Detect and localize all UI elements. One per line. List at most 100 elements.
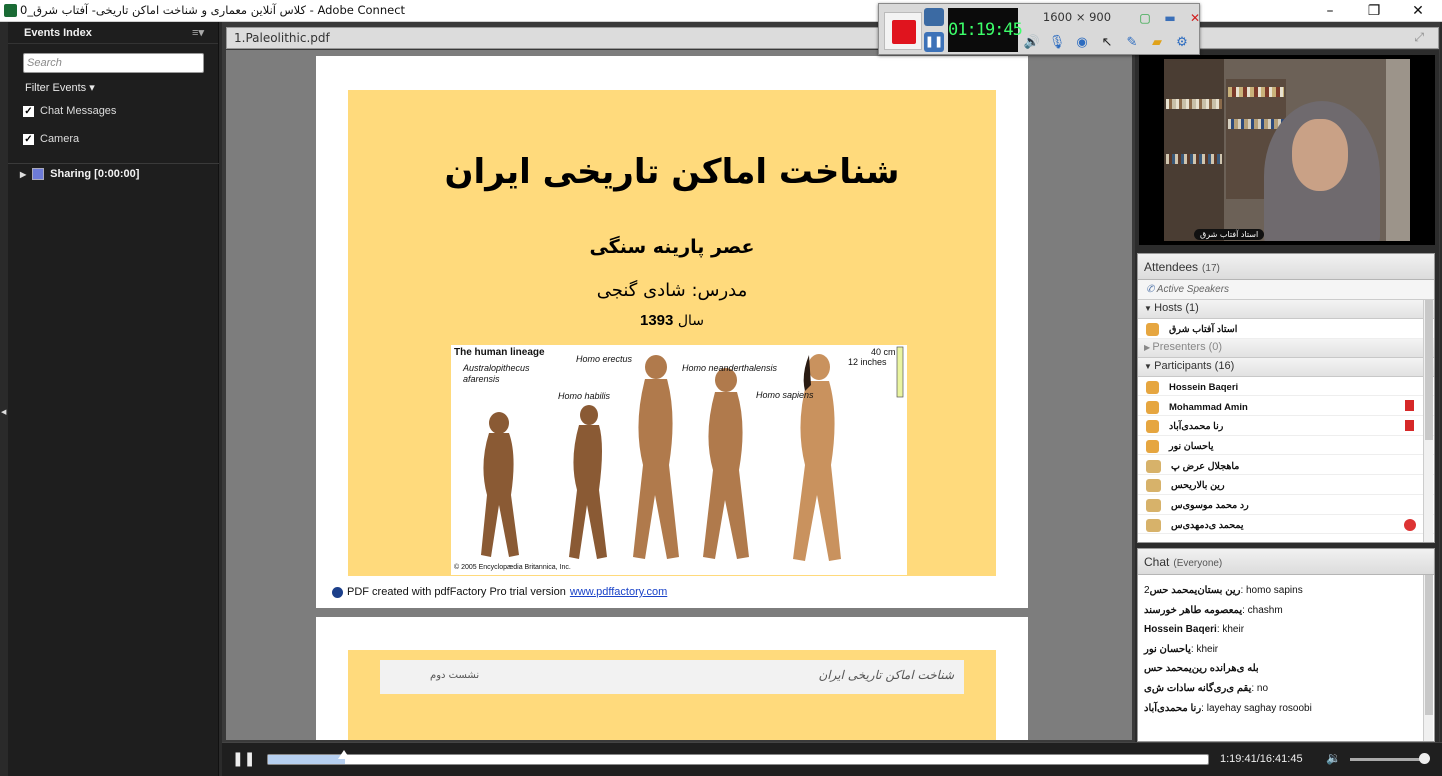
speaker-icon[interactable]: 🔊 [1021, 32, 1043, 54]
slide-1: شناخت اماکن تاریخی ایران عصر پارینه سنگی… [348, 90, 996, 576]
close-recorder-icon[interactable]: ✕ [1184, 8, 1206, 28]
phone-icon: ✆ [1146, 284, 1157, 295]
checkbox-checked-icon[interactable]: ✓ [23, 105, 34, 117]
panel-collapse-edge[interactable]: ◀ [0, 22, 8, 776]
divider [8, 163, 219, 164]
chat-message: رین بستان‌یمحمد حس2: homo sapins [1138, 581, 1434, 601]
cursor-icon[interactable]: ↖ [1096, 32, 1118, 54]
attendees-pod: Attendees (17) ✆ Active Speakers ▼ Hosts … [1137, 253, 1435, 543]
filter-events-dropdown[interactable]: Filter Events ▾ [25, 81, 95, 94]
user-icon [1146, 420, 1159, 434]
hosts-label: Hosts (1) [1154, 302, 1199, 314]
fullscreen-icon[interactable]: ⤢ [1414, 30, 1424, 45]
active-speakers-label: Active Speakers [1156, 284, 1230, 295]
maximize-button[interactable]: ❐ [1352, 0, 1396, 22]
chat-scope: (Everyone) [1173, 558, 1223, 569]
chat-text: : kheir [1216, 624, 1245, 636]
presenters-group[interactable]: ▶ Presenters (0) [1138, 338, 1434, 358]
chat-message: یمعصومه طاهر خورسند: chashm [1138, 601, 1434, 621]
stop-recording-button[interactable] [884, 12, 922, 50]
seek-handle[interactable] [338, 750, 351, 759]
participants-label: Participants (16) [1154, 359, 1235, 372]
attendee-row[interactable]: یمحمد ی‌دمهدی‌س [1138, 515, 1434, 535]
minimize-button[interactable]: – [1308, 0, 1352, 22]
scrollbar-thumb[interactable] [1425, 575, 1433, 715]
events-search-input[interactable]: Search [23, 53, 204, 73]
screen-recorder-toolbar: ❚❚ 01:19:45 1600 × 900 ▢ ▬ ✕ 🔊 🎙 ◉ ↖ ✎ ▰… [878, 3, 1200, 55]
window-mode-icon[interactable]: ▢ [1134, 8, 1156, 28]
pdf-page-2: شناخت اماکن تاریخی ایران نشست دوم [316, 617, 1028, 740]
folder-icon[interactable]: ▰ [1146, 32, 1168, 54]
attendee-row[interactable]: رنا محمدی‌آباد [1138, 416, 1434, 436]
snapshot-camera-icon[interactable] [924, 8, 944, 26]
slide-2-session: نشست دوم [430, 670, 480, 681]
participants-group[interactable]: ▼ Participants (16) [1138, 357, 1434, 377]
raise-hand-icon [1405, 420, 1414, 432]
checkbox-label: Chat Messages [40, 105, 117, 117]
panel-menu-icon[interactable]: ≡▾ [192, 26, 204, 39]
attendees-count: (17) [1202, 263, 1220, 274]
scrollbar-thumb[interactable] [1425, 300, 1433, 440]
chat-message: یقم ی‌ری‌گانه سادات ش‌ی: no [1138, 679, 1434, 699]
presenters-label: Presenters (0) [1152, 340, 1223, 353]
attendee-row[interactable]: رد محمد موسوی‌س [1138, 495, 1434, 515]
species-label: Homo neanderthalensis [682, 363, 778, 373]
adobe-connect-icon [4, 4, 17, 17]
chat-sender: رین بستان‌یمحمد حس [1149, 585, 1241, 596]
pdffactory-icon [332, 586, 343, 598]
pen-icon[interactable]: ✎ [1121, 32, 1143, 54]
chat-sender: یاحسان نور [1144, 643, 1191, 655]
volume-slider[interactable] [1350, 758, 1428, 761]
species-label: Homo sapiens [756, 390, 814, 400]
host-user-icon [1146, 323, 1159, 337]
volume-handle[interactable] [1419, 753, 1431, 764]
chat-sender: یقم ی‌ری‌گانه سادات ش‌ی [1144, 682, 1252, 694]
microphone-icon[interactable]: 🎙 [1046, 32, 1068, 54]
raise-hand-icon [1405, 400, 1414, 412]
books [1228, 87, 1284, 97]
camera-filter[interactable]: ✓ Camera [23, 133, 79, 145]
attendee-row[interactable]: Mohammad Amin [1138, 396, 1434, 417]
attendee-name: یمحمد ی‌دمهدی‌س [1171, 519, 1244, 531]
checkbox-checked-icon[interactable]: ✓ [23, 133, 34, 145]
pdffactory-link[interactable]: www.pdffactory.com [570, 586, 667, 598]
pause-button[interactable]: ❚❚ [232, 751, 255, 769]
pdf-page-1: شناخت اماکن تاریخی ایران عصر پارینه سنگی… [316, 56, 1028, 608]
minimize-recorder-icon[interactable]: ▬ [1159, 8, 1181, 28]
year-label: سال [677, 313, 704, 329]
sharing-label: Sharing [0:00:00] [50, 168, 140, 180]
slide-2-header-band: شناخت اماکن تاریخی ایران نشست دوم [380, 660, 964, 694]
chat-messages-filter[interactable]: ✓ Chat Messages [23, 105, 116, 117]
pdf-note-text: PDF created with pdfFactory Pro trial ve… [347, 586, 566, 598]
attendee-row[interactable]: استاد آفتاب شرق [1138, 319, 1434, 339]
expand-arrow-icon[interactable]: ▶ [20, 170, 26, 179]
books [1166, 154, 1222, 164]
sharing-icon [32, 168, 45, 180]
attendees-scrollbar[interactable] [1423, 300, 1433, 542]
attendee-row[interactable]: یاحسان نور [1138, 436, 1434, 456]
hosts-group[interactable]: ▼ Hosts (1) [1138, 300, 1434, 319]
attendee-row[interactable]: Hossein Baqeri [1138, 377, 1434, 397]
slide-2-header-title: شناخت اماکن تاریخی ایران [818, 668, 954, 682]
scale-in-label: 12 inches [848, 357, 887, 367]
seek-bar[interactable] [267, 754, 1209, 765]
books [1228, 119, 1284, 129]
volume-icon[interactable]: 🔉 [1326, 751, 1341, 765]
pdf-viewer[interactable]: شناخت اماکن تاریخی ایران عصر پارینه سنگی… [226, 50, 1132, 740]
attendee-name: Hossein Baqeri [1169, 382, 1239, 394]
gear-icon[interactable]: ⚙ [1171, 32, 1193, 54]
pause-recording-button[interactable]: ❚❚ [924, 32, 944, 52]
webcam-icon[interactable]: ◉ [1071, 32, 1093, 54]
chat-message: Hossein Baqeri: kheir [1138, 620, 1434, 640]
recording-timer: 01:19:45 [948, 8, 1023, 52]
attendee-row[interactable]: ماهجلال عرض پ [1138, 455, 1434, 476]
attendee-row[interactable]: رین بالاریحس [1138, 475, 1434, 495]
attendee-name: رنا محمدی‌آباد [1169, 421, 1224, 433]
active-speakers-row[interactable]: ✆ Active Speakers [1138, 280, 1434, 300]
close-window-button[interactable]: ✕ [1396, 0, 1440, 22]
attendee-name: استاد آفتاب شرق [1169, 324, 1238, 336]
chat-scrollbar[interactable] [1423, 575, 1433, 741]
multi-user-icon [1146, 499, 1161, 513]
sharing-event-item[interactable]: ▶ Sharing [0:00:00] [20, 168, 139, 180]
video-feed: استاد آفتاب شرق [1164, 59, 1410, 241]
